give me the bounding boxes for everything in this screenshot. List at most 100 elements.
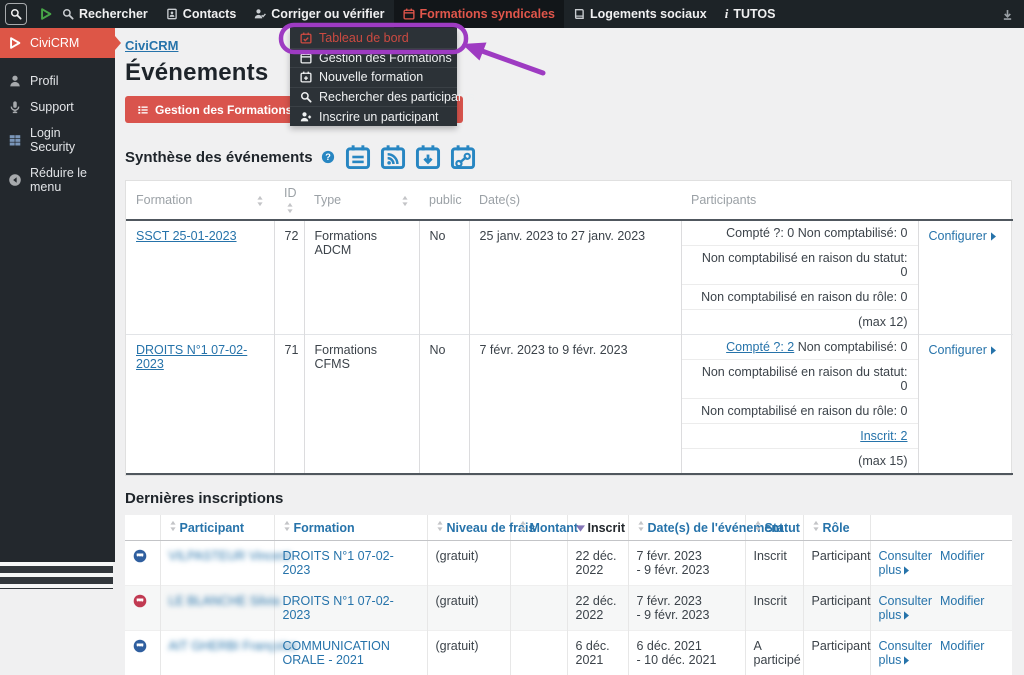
menu-item-tableau-de-bord[interactable]: Tableau de bord — [290, 28, 457, 48]
event-participants-cell: Compté ?: 2 Non comptabilisé: 0 Non comp… — [681, 335, 918, 475]
row-actions: Consulter Modifier plus — [870, 631, 1012, 675]
nav-formations-syndicales[interactable]: Formations syndicales — [394, 0, 564, 28]
grid-icon — [8, 133, 22, 147]
inscriptions-header-row: Participant Formation Niveau de frais Mo… — [125, 515, 1012, 541]
menu-item-gestion-formations[interactable]: Gestion des Formations — [290, 48, 457, 68]
nav-contacts[interactable]: Contacts — [157, 0, 245, 28]
sidebar-item-login-security[interactable]: Login Security — [0, 120, 115, 160]
col-formation-label: Formation — [136, 193, 192, 207]
col-inscrit-sorted[interactable]: Inscrit — [567, 515, 628, 541]
menu-item-inscrire-participant[interactable]: Inscrire un participant — [290, 106, 457, 126]
col-dates-label: Date(s) — [479, 193, 520, 207]
download-icon[interactable] — [1001, 8, 1014, 21]
col-formation[interactable]: Formation — [274, 515, 427, 541]
amount — [510, 541, 567, 586]
inscription-row: AIT GHERBI Françoise COMMUNICATION ORALE… — [125, 631, 1012, 675]
list-icon — [137, 104, 149, 116]
caret-right-icon — [904, 611, 909, 620]
contact-avatar-icon[interactable] — [133, 639, 147, 653]
events-table-panel: Formation ID Type public Date(s) Partici… — [125, 180, 1012, 476]
nav-rechercher[interactable]: Rechercher — [53, 0, 157, 28]
fee-level: (gratuit) — [427, 631, 510, 675]
search-icon — [62, 8, 74, 20]
more-link[interactable]: plus — [879, 563, 910, 577]
participant-name-link[interactable]: LE BLANCHE Silvia — [169, 594, 280, 608]
formation-link[interactable]: DROITS N°1 07-02-2023 — [283, 549, 394, 577]
event-participants-cell: Compté ?: 0 Non comptabilisé: 0 Non comp… — [681, 220, 918, 335]
sidebar-item-collapse-menu[interactable]: Réduire le menu — [0, 160, 115, 200]
events-header-row: Formation ID Type public Date(s) Partici… — [126, 181, 1013, 220]
col-role[interactable]: Rôle — [803, 515, 870, 541]
amount — [510, 631, 567, 675]
sidebar-item-profil[interactable]: Profil — [0, 68, 115, 94]
current-item-arrow — [115, 36, 121, 50]
status: Inscrit — [745, 586, 803, 631]
events-summary-header: Synthèse des événements ? — [125, 144, 1024, 170]
breadcrumb-civicrm-link[interactable]: CiviCRM — [125, 38, 178, 53]
counted-rest: Non comptabilisé: 0 — [794, 340, 907, 354]
more-link[interactable]: plus — [879, 653, 910, 667]
menu-tableau-label: Tableau de bord — [319, 31, 409, 45]
calendar-plus-icon — [300, 71, 312, 83]
menu-gestion-label: Gestion des Formations — [319, 51, 452, 65]
more-link[interactable]: plus — [879, 608, 910, 622]
view-link[interactable]: Consulter — [879, 594, 933, 608]
calendar-check-icon — [300, 32, 312, 44]
contact-avatar-icon[interactable] — [133, 549, 147, 563]
event-formation-link[interactable]: SSCT 25-01-2023 — [136, 229, 237, 243]
col-formation[interactable]: Formation — [126, 181, 274, 220]
col-participant[interactable]: Participant — [160, 515, 274, 541]
edit-link[interactable]: Modifier — [940, 549, 984, 563]
col-type[interactable]: Type — [304, 181, 419, 220]
view-link[interactable]: Consulter — [879, 639, 933, 653]
sidebar-item-support[interactable]: Support — [0, 94, 115, 120]
sort-icon — [256, 195, 264, 207]
calendar-list-icon[interactable] — [345, 144, 371, 170]
role: Participant — [803, 586, 870, 631]
event-id: 71 — [274, 335, 304, 475]
event-public: No — [419, 220, 469, 335]
calendar-link-icon[interactable] — [450, 144, 476, 170]
col-statut[interactable]: Statut — [745, 515, 803, 541]
counted-link[interactable]: Compté ?: 2 — [726, 340, 794, 354]
col-type-label: Type — [314, 193, 341, 207]
participant-name-link[interactable]: VILPASTEUR Vincent — [169, 549, 291, 563]
calendar-feed-icon[interactable] — [380, 144, 406, 170]
participant-name-link[interactable]: AIT GHERBI Françoise — [169, 639, 298, 653]
caret-right-icon — [904, 566, 909, 575]
formation-link[interactable]: COMMUNICATION ORALE - 2021 — [283, 639, 390, 667]
event-public: No — [419, 335, 469, 475]
configure-link[interactable]: Configurer — [929, 229, 996, 243]
event-date-end: - 9 févr. 2023 — [637, 563, 737, 577]
inscrit-link[interactable]: Inscrit: 2 — [860, 429, 907, 443]
gestion-formations-button[interactable]: Gestion des Formations — [125, 96, 304, 123]
action-buttons: Gestion des Formations Nouvelle formatio… — [125, 96, 1024, 123]
col-dates: Date(s) — [469, 181, 681, 220]
formation-link[interactable]: DROITS N°1 07-02-2023 — [283, 594, 394, 622]
col-formation-label: Formation — [294, 521, 355, 535]
calendar-download-icon[interactable] — [415, 144, 441, 170]
main-content: CiviCRM Événements Gestion des Formation… — [115, 28, 1024, 589]
nav-tutos[interactable]: i TUTOS — [716, 0, 785, 28]
menu-item-nouvelle-formation[interactable]: Nouvelle formation — [290, 67, 457, 87]
edit-link[interactable]: Modifier — [940, 639, 984, 653]
menu-item-rechercher-participants[interactable]: Rechercher des participants — [290, 87, 457, 107]
col-event-dates[interactable]: Date(s) de l'événement — [628, 515, 745, 541]
nav-logements-sociaux[interactable]: Logements sociaux — [564, 0, 716, 28]
view-link[interactable]: Consulter — [879, 549, 933, 563]
nav-corriger-verifier[interactable]: Corriger ou vérifier — [245, 0, 393, 28]
help-icon[interactable]: ? — [321, 150, 335, 164]
col-statut-label: Statut — [765, 521, 800, 535]
event-formation-link[interactable]: DROITS N°1 07-02-2023 — [136, 343, 247, 371]
sidebar-civicrm-label: CiviCRM — [30, 36, 79, 50]
search-toggle-button[interactable] — [5, 3, 27, 25]
contact-avatar-icon[interactable] — [133, 594, 147, 608]
col-id[interactable]: ID — [274, 181, 304, 220]
sidebar-item-civicrm[interactable]: CiviCRM — [0, 28, 115, 58]
col-niveau-frais[interactable]: Niveau de frais — [427, 515, 510, 541]
edit-link[interactable]: Modifier — [940, 594, 984, 608]
col-montant[interactable]: Montant — [510, 515, 567, 541]
participants-status: Non comptabilisé en raison du statut: 0 — [682, 246, 918, 285]
status: Inscrit — [745, 541, 803, 586]
configure-link[interactable]: Configurer — [929, 343, 996, 357]
